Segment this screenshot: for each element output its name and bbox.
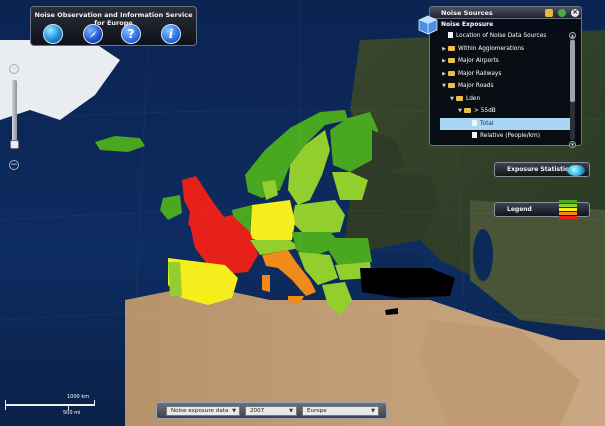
tree-item-label: Relative (People/km) — [480, 133, 540, 139]
zoom-slider-thumb[interactable] — [10, 140, 19, 149]
scale-tick — [94, 400, 95, 406]
scale-bar: 1000 km 500 mi — [5, 394, 95, 420]
panel-header: Noise Sources × — [430, 7, 581, 19]
expand-arrow-icon[interactable]: ▶ — [440, 43, 448, 56]
data-type-value: Noise exposure data — [171, 408, 229, 414]
scale-line — [5, 404, 95, 406]
caspian-sea — [473, 229, 493, 281]
section-label: Noise Exposure — [441, 21, 494, 28]
statistics-icon — [567, 165, 585, 176]
tree-item[interactable]: ▼ Major Roads — [440, 80, 570, 93]
globe-icon[interactable] — [43, 24, 63, 44]
zoom-slider-track[interactable] — [12, 80, 17, 142]
germany — [250, 200, 295, 245]
filter-bar: Noise exposure data ▼ 2007 ▼ Europe ▼ — [156, 402, 387, 419]
tree-item[interactable]: Total — [440, 117, 570, 130]
folder-icon[interactable] — [545, 9, 553, 17]
chevron-down-icon: ▼ — [232, 408, 236, 414]
compass-search-icon[interactable] — [83, 24, 103, 44]
portugal — [168, 262, 182, 296]
legend-label: Legend — [507, 206, 532, 213]
tree-item[interactable]: ▼ Lden — [440, 93, 570, 106]
tree-item[interactable]: ▼ > 55dB — [440, 105, 570, 118]
exposure-statistics-label: Exposure Statistics — [507, 166, 573, 173]
expand-arrow-icon[interactable]: ▼ — [456, 105, 464, 118]
chevron-down-icon: ▼ — [371, 408, 375, 414]
legend-button[interactable]: Legend — [494, 200, 590, 220]
tree-item-label: Location of Noise Data Sources — [456, 33, 547, 39]
tree-scrollbar-thumb[interactable] — [570, 40, 575, 102]
tree-item-label: Major Roads — [458, 83, 494, 89]
expand-arrow-icon[interactable]: ▶ — [456, 143, 464, 145]
region-value: Europe — [307, 408, 327, 414]
scroll-down-icon[interactable]: ▼ — [569, 141, 576, 148]
expand-arrow-icon[interactable]: ▼ — [448, 93, 456, 106]
folder-icon — [448, 70, 455, 76]
year-value: 2007 — [250, 408, 265, 414]
scroll-up-icon[interactable]: ▲ — [569, 32, 576, 39]
zoom-out-button[interactable]: − — [9, 160, 19, 170]
sardinia — [262, 275, 270, 292]
tree-item-label: Total — [480, 120, 494, 127]
tree-item-label: Major Railways — [458, 70, 502, 77]
scale-mi-label: 500 mi — [63, 410, 81, 416]
tree-item-label: Lden — [466, 95, 481, 102]
tree-item[interactable]: ▶ Major Airports — [440, 55, 570, 68]
tree-item[interactable]: ▶> 65dB — [440, 143, 570, 145]
expand-arrow-icon[interactable]: ▼ — [440, 80, 448, 93]
expand-arrow-icon[interactable]: ▶ — [440, 68, 448, 81]
folder-icon — [448, 45, 455, 51]
noise-sources-panel: Noise Sources × Noise Exposure Location … — [418, 6, 582, 148]
edit-icon[interactable] — [558, 9, 566, 17]
source-tree: Location of Noise Data Sources ▶ Within Ag… — [440, 30, 570, 144]
document-icon — [472, 132, 477, 138]
scale-km-label: 1000 km — [67, 394, 90, 400]
tree-item-label: > 55dB — [474, 108, 496, 114]
folder-icon — [464, 108, 471, 113]
tree-item-label: Major Airports — [458, 58, 499, 64]
tree-item[interactable]: ▶ Within Agglomerations — [440, 43, 570, 56]
zoom-in-button[interactable]: + — [9, 64, 19, 74]
turkey — [360, 268, 455, 298]
legend-icon — [559, 200, 577, 220]
title-panel: Noise Observation and Information Servic… — [30, 6, 197, 46]
expand-arrow-icon[interactable]: ▶ — [440, 55, 448, 68]
close-icon[interactable]: × — [571, 9, 579, 17]
tree-item[interactable]: Location of Noise Data Sources — [440, 30, 570, 43]
tree-item[interactable]: ▶ Major Railways — [440, 68, 570, 81]
panel-title: Noise Sources — [441, 9, 493, 17]
compass-needle — [89, 30, 97, 38]
cube-icon — [418, 15, 438, 35]
document-icon — [472, 119, 477, 126]
folder-icon — [448, 58, 455, 63]
tree-item[interactable]: Relative (People/km) — [440, 130, 570, 143]
help-icon[interactable]: ? — [121, 24, 141, 44]
folder-icon — [456, 95, 463, 101]
year-select[interactable]: 2007 ▼ — [245, 406, 297, 416]
chevron-down-icon: ▼ — [289, 408, 293, 414]
data-type-select[interactable]: Noise exposure data ▼ — [166, 406, 240, 416]
folder-icon — [448, 83, 455, 88]
document-icon — [448, 32, 453, 38]
exposure-statistics-button[interactable]: Exposure Statistics — [494, 162, 590, 177]
tree-item-label: Within Agglomerations — [458, 45, 525, 52]
info-icon[interactable]: i — [161, 24, 181, 44]
region-select[interactable]: Europe ▼ — [302, 406, 379, 416]
